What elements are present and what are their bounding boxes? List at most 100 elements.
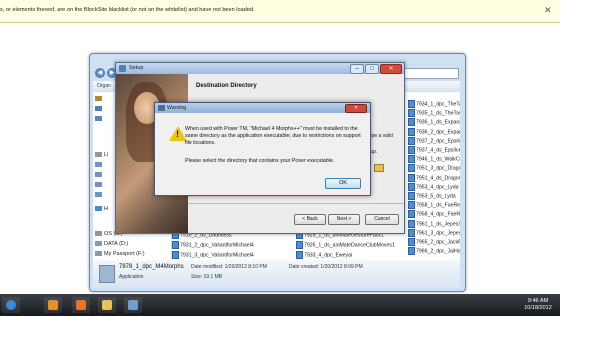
setup-app-taskbar-button[interactable] (124, 297, 142, 313)
list-item[interactable]: 7958_4_dpc_FaeRealm (408, 210, 460, 219)
file-icon (408, 238, 415, 246)
list-item[interactable]: 7934_1_dpc_TheTave (408, 100, 460, 108)
system-clock[interactable]: 9:46 AM 10/18/2012 (520, 298, 556, 312)
file-icon (408, 247, 415, 256)
file-icon (408, 182, 415, 191)
instruction-text: ype a valid (369, 133, 393, 139)
file-icon (408, 118, 415, 127)
setup-app-icon (128, 300, 138, 310)
detail-size: Size: 19.1 MB (191, 274, 223, 280)
minimize-button[interactable]: – (350, 64, 364, 74)
list-item[interactable]: 7937_4_ds_Epsilonfor (408, 146, 460, 154)
desktop-background (560, 0, 600, 337)
back-button[interactable]: < Back (294, 214, 326, 225)
nav-icon (95, 116, 104, 122)
maximize-button[interactable]: □ (365, 64, 379, 74)
warning-dialog: Warning ✕ ! When used with Poser TM, "Mi… (154, 102, 371, 196)
file-icon (408, 136, 415, 145)
file-icon (408, 146, 415, 154)
file-thumbnail (99, 265, 115, 283)
cancel-button[interactable]: Cancel (365, 214, 399, 225)
close-button[interactable]: ✕ (345, 104, 367, 113)
clock-time: 9:46 AM (527, 298, 549, 304)
file-icon (408, 219, 415, 228)
file-icon (408, 109, 415, 118)
media-player-icon (48, 300, 58, 310)
file-icon (408, 155, 415, 164)
firefox-taskbar-button[interactable] (72, 297, 90, 313)
media-player-taskbar-button[interactable] (44, 297, 62, 313)
list-item[interactable]: 7946_1_ds_WalkCons (408, 155, 460, 164)
list-item[interactable]: 7965_2_dpc_JackPum (408, 238, 460, 246)
list-item[interactable]: 7936_1_ds_Expansion (408, 118, 460, 127)
homegroup-icon (95, 206, 102, 212)
close-icon[interactable]: ✕ (544, 5, 552, 16)
list-item[interactable]: 7966_2_dpc_JaiHair (408, 247, 460, 256)
drive-icon (95, 241, 102, 247)
nav-icon (95, 182, 104, 188)
file-icon (408, 127, 415, 136)
details-pane: 7878_1_dpc_M4Morphs Application Date mod… (93, 260, 460, 288)
back-button[interactable]: ◀ (95, 68, 105, 78)
detail-date-created: Date created: 1/20/2012 8:09 PM (289, 264, 363, 270)
nav-icon (95, 96, 104, 102)
file-icon (172, 241, 179, 249)
taskbar: 9:46 AM 10/18/2012 (0, 294, 560, 316)
close-button[interactable]: ✕ (380, 64, 402, 74)
list-item[interactable]: 7936_2_dpc_Expansio (408, 127, 460, 136)
start-orb-taskbar-button[interactable] (2, 297, 20, 313)
list-item[interactable]: 7937_2_dpc_Epsilonfo (408, 136, 460, 145)
divider (188, 203, 404, 204)
list-item[interactable]: 7931_3_dpc_ValiantforMichael4 (172, 251, 292, 259)
list-item[interactable]: 7953_5_ds_Lyda (408, 192, 460, 200)
list-item[interactable]: 7935_1_ds_TheTavern (408, 109, 460, 118)
start-orb-icon (6, 300, 16, 310)
detail-file-name: 7878_1_dpc_M4Morphs (119, 264, 184, 270)
file-icon (408, 228, 415, 237)
nav-icon (95, 172, 104, 178)
warning-title-bar: Warning ✕ (155, 103, 370, 113)
list-item[interactable]: 7953_4_dpc_Lyda (408, 182, 460, 191)
list-item[interactable]: 7926_1_ds_aniMateDanceClubMoves1 (296, 241, 408, 249)
setup-title: Setup (129, 65, 144, 71)
file-icon (296, 241, 303, 249)
detail-date-modified: Date modified: 1/20/2012 8:10 PM (191, 264, 267, 270)
list-item[interactable]: 7961_1_ds_JepesSang (408, 219, 460, 228)
sidebar-item-homegroup[interactable]: H (95, 206, 108, 212)
organize-button[interactable]: Organ (97, 83, 111, 89)
sidebar-item-libraries[interactable]: Li (95, 152, 108, 158)
file-icon (408, 164, 415, 173)
nav-icon (95, 106, 104, 112)
warning-title: Warning (167, 105, 187, 111)
drive-icon (95, 231, 102, 237)
list-item[interactable]: 7961_3_dpc_JepesSan (408, 228, 460, 237)
detail-file-type: Application (119, 274, 144, 280)
list-item[interactable]: 7958_1_ds_FaeRealm (408, 201, 460, 210)
folder-icon (102, 300, 112, 310)
ok-button[interactable]: OK (325, 178, 361, 189)
page-title: Destination Directory (196, 83, 257, 89)
folder-icon[interactable] (374, 164, 384, 172)
sidebar-item-data-drive[interactable]: DATA (D:) (95, 241, 128, 247)
file-column: 7934_1_dpc_TheTave7935_1_ds_TheTavern793… (408, 100, 460, 260)
sidebar-item-passport-drive[interactable]: My Passport (F:) (95, 251, 145, 257)
list-item[interactable]: 7951_3_dpc_Dragons (408, 164, 460, 173)
file-icon (408, 100, 415, 108)
file-icon (408, 201, 415, 210)
warning-app-icon (158, 105, 165, 111)
warning-message: When used with Poser TM, "Michael 4 Morp… (185, 126, 361, 146)
folder-taskbar-button[interactable] (98, 297, 116, 313)
setup-title-bar: Setup – □ ✕ (116, 63, 404, 74)
list-item[interactable]: 7933_4_dpc_Eweyai (296, 251, 408, 259)
library-icon (95, 152, 102, 158)
file-icon (172, 251, 179, 259)
blocksite-info-bar: s, or elements thereof, are on the Block… (0, 0, 560, 23)
file-icon (408, 210, 415, 219)
drive-icon (95, 251, 102, 257)
list-item[interactable]: 7931_2_dpc_ValiantforMichael4 (172, 241, 292, 249)
next-button[interactable]: Next > (328, 214, 360, 225)
nav-icon (95, 162, 104, 168)
setup-app-icon (119, 65, 126, 72)
list-item[interactable]: 7951_4_ds_Dragonsfl (408, 173, 460, 182)
file-icon (296, 251, 303, 259)
